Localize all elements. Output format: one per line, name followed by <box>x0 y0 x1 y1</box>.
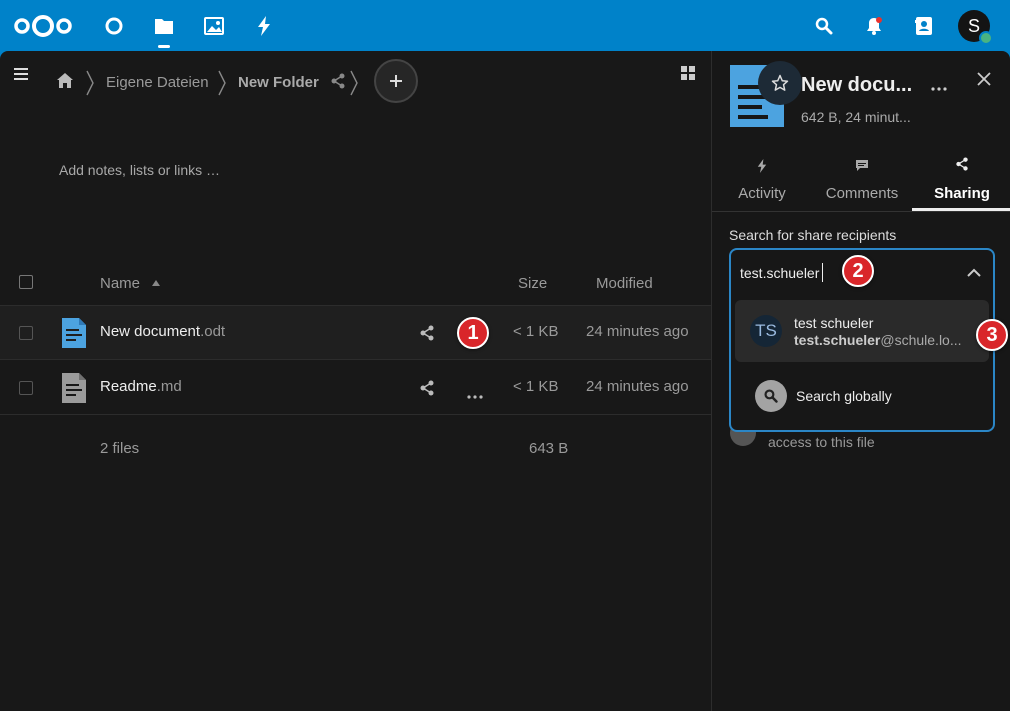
grid-view-toggle-icon[interactable] <box>681 66 697 82</box>
more-options-icon[interactable] <box>931 78 947 96</box>
breadcrumb: Eigene Dateien New Folder <box>0 51 700 111</box>
file-size: < 1 KB <box>513 378 559 395</box>
document-file-icon <box>62 318 86 353</box>
file-basename: New document <box>100 323 201 340</box>
file-modified: 24 minutes ago <box>586 323 689 340</box>
sidebar-file-title: New docu... <box>801 74 913 96</box>
suggestion-email: test.schueler@schule.lo... <box>794 332 969 348</box>
share-icon[interactable] <box>419 380 435 401</box>
search-icon <box>755 380 787 412</box>
activity-icon <box>757 159 767 173</box>
notifications-bell-icon[interactable] <box>860 12 888 40</box>
files-main-panel: Eigene Dateien New Folder Add notes, lis… <box>0 51 711 711</box>
modified-column-header[interactable]: Modified <box>596 275 653 292</box>
file-name[interactable]: Readme.md <box>100 378 182 395</box>
annotation-badge-2: 2 <box>842 255 874 287</box>
comment-icon <box>856 160 868 171</box>
new-file-button[interactable] <box>374 59 418 103</box>
breadcrumb-separator-icon <box>350 70 358 96</box>
share-icon <box>956 157 968 171</box>
top-header: S <box>0 0 1010 51</box>
row-checkbox[interactable] <box>19 381 33 395</box>
tab-activity-label: Activity <box>738 185 786 202</box>
tab-sharing[interactable]: Sharing <box>912 151 1010 211</box>
tab-comments-label: Comments <box>825 185 899 202</box>
search-globally-item[interactable]: Search globally <box>735 371 989 423</box>
suggestion-email-match: test.schueler <box>794 332 881 348</box>
share-icon[interactable] <box>419 325 435 346</box>
file-basename: Readme <box>100 378 157 395</box>
close-sidebar-icon[interactable] <box>977 72 991 91</box>
file-extension: .md <box>156 378 182 395</box>
search-input-value: test.schueler <box>740 265 820 281</box>
active-app-indicator <box>158 45 170 48</box>
share-recipient-input[interactable]: test.schueler 2 <box>731 250 993 296</box>
home-icon[interactable] <box>57 73 73 89</box>
suggestion-name: test schueler <box>794 315 874 331</box>
files-app-icon[interactable] <box>150 12 178 48</box>
tabs-divider <box>712 211 1010 212</box>
access-info-text: access to this file <box>768 434 875 450</box>
user-avatar[interactable]: S <box>958 10 993 45</box>
file-table-header: Name Size Modified <box>0 258 711 306</box>
share-search-label: Search for share recipients <box>729 227 897 243</box>
breadcrumb-item-new-folder[interactable]: New Folder <box>238 74 319 91</box>
files-count-summary: 2 files <box>100 440 140 457</box>
row-checkbox[interactable] <box>19 326 33 340</box>
star-icon <box>771 74 789 91</box>
breadcrumb-separator-icon <box>218 70 226 96</box>
suggestion-email-domain: @schule.lo... <box>880 332 962 348</box>
dashboard-app-icon[interactable] <box>100 12 128 40</box>
share-suggestion-item[interactable]: TS test schueler test.schueler@schule.lo… <box>735 300 989 362</box>
tab-sharing-label: Sharing <box>934 185 990 202</box>
folder-notes-placeholder[interactable]: Add notes, lists or links … <box>59 162 220 178</box>
file-extension: .odt <box>200 323 226 340</box>
share-folder-icon[interactable] <box>330 73 346 89</box>
online-status-dot <box>979 31 993 45</box>
sort-ascending-icon <box>152 280 160 286</box>
favorite-star-button[interactable] <box>758 61 802 105</box>
text-cursor <box>822 263 823 282</box>
details-sidebar: New docu... 642 B, 24 minut... Activity … <box>711 51 1010 711</box>
file-modified: 24 minutes ago <box>586 378 689 395</box>
chevron-up-icon[interactable] <box>967 268 981 277</box>
annotation-badge-1: 1 <box>457 317 489 349</box>
more-actions-icon[interactable] <box>467 386 483 404</box>
tab-comments[interactable]: Comments <box>812 151 912 211</box>
annotation-badge-3: 3 <box>976 319 1008 351</box>
avatar: TS <box>750 315 782 347</box>
breadcrumb-item-eigene-dateien[interactable]: Eigene Dateien <box>106 74 209 91</box>
size-column-header[interactable]: Size <box>518 275 547 292</box>
file-name[interactable]: New document.odt <box>100 323 225 340</box>
contacts-icon[interactable] <box>910 12 938 40</box>
nextcloud-logo[interactable] <box>12 12 74 40</box>
share-search-combobox: test.schueler 2 TS test schueler test.sc… <box>729 248 995 432</box>
activity-app-icon[interactable] <box>250 12 278 40</box>
search-icon[interactable] <box>810 12 838 40</box>
total-size-summary: 643 B <box>529 440 569 457</box>
tab-activity[interactable]: Activity <box>712 151 812 211</box>
sidebar-file-subtitle: 642 B, 24 minut... <box>801 109 911 125</box>
photos-app-icon[interactable] <box>200 12 228 40</box>
file-size: < 1 KB <box>513 323 559 340</box>
file-row-readme[interactable]: Readme.md < 1 KB 24 minutes ago <box>0 361 711 415</box>
select-all-checkbox[interactable] <box>19 275 33 289</box>
file-row-new-document[interactable]: New document.odt 1 < 1 KB 24 minutes ago <box>0 306 711 360</box>
plus-icon <box>390 75 402 87</box>
avatar-initial: S <box>967 15 980 36</box>
text-file-icon <box>62 373 86 408</box>
breadcrumb-separator-icon <box>86 70 94 96</box>
search-globally-label: Search globally <box>796 388 892 404</box>
name-column-header[interactable]: Name <box>100 275 140 292</box>
